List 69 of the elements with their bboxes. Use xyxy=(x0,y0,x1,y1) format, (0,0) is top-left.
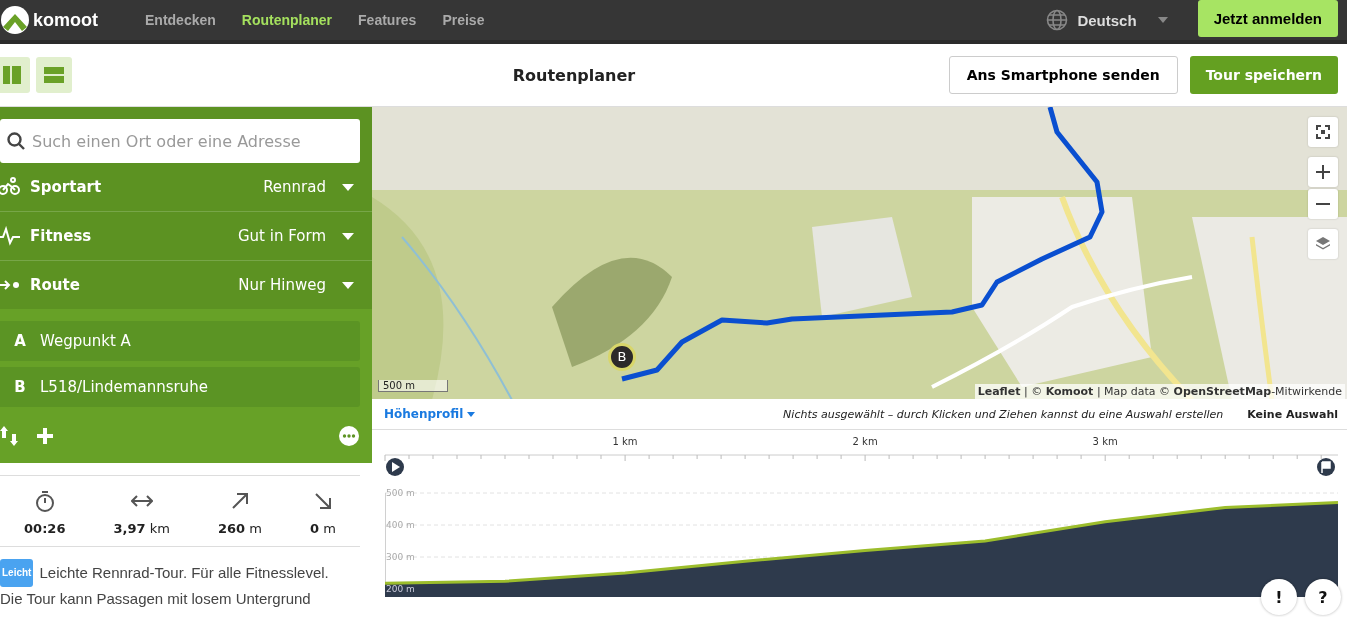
nav-link[interactable]: Features xyxy=(358,12,417,28)
swap-icon[interactable] xyxy=(0,426,20,446)
zoom-in-button[interactable] xyxy=(1308,157,1338,187)
tick-label: 300 m xyxy=(386,552,415,562)
more-icon[interactable] xyxy=(338,425,360,447)
plus-icon xyxy=(1316,165,1330,179)
fit-view-button[interactable] xyxy=(1308,117,1338,147)
stacked-view-button[interactable] xyxy=(36,57,72,93)
selection-hint: Nichts ausgewählt – durch Klicken und Ziehen kannst du eine Auswahl erstellen xyxy=(782,407,1224,421)
caret-icon xyxy=(342,232,354,240)
stat-value: 00:26 xyxy=(24,521,66,536)
tick-label: 1 km xyxy=(612,436,638,447)
send-to-phone-button[interactable]: Ans Smartphone senden xyxy=(948,56,1178,94)
waypoint-name: Wegpunkt A xyxy=(40,332,131,350)
nav-link[interactable]: Entdecken xyxy=(145,12,216,28)
split-view-button[interactable] xyxy=(0,57,30,93)
rows-icon xyxy=(44,67,64,83)
stat-value: 260 m xyxy=(218,521,262,536)
map-attribution: Leaflet | © Komoot | Map data © OpenStreetMap-Mitwirkende xyxy=(974,384,1345,399)
search-field[interactable]: Such einen Ort oder eine Adresse xyxy=(0,119,360,163)
tick-label: 400 m xyxy=(386,520,415,530)
layers-button[interactable] xyxy=(1308,229,1338,259)
logo-text[interactable]: komoot xyxy=(33,9,98,31)
stat-value: 3,97 km xyxy=(113,521,170,536)
caret-icon xyxy=(342,281,354,289)
start-icon xyxy=(386,458,404,476)
waypoint-name: L518/Lindemannsruhe xyxy=(40,378,208,396)
setting-dropdown[interactable]: Fitness Gut in Form xyxy=(0,212,372,261)
difficulty-badge: Leicht xyxy=(0,559,34,587)
login-button[interactable]: Jetzt anmelden xyxy=(1197,0,1338,37)
waypoint-field[interactable]: A Wegpunkt A xyxy=(0,321,360,361)
focus-icon xyxy=(1316,125,1330,139)
bicycle-icon xyxy=(0,177,20,197)
tick-label: 500 m xyxy=(386,488,415,498)
waypoint-letter: B xyxy=(13,378,27,396)
caret-icon xyxy=(1157,17,1168,23)
save-tour-button[interactable]: Tour speichern xyxy=(1189,56,1338,94)
waypoint-field[interactable]: B L518/Lindemannsruhe xyxy=(0,367,360,407)
page-title: Routenplaner xyxy=(511,65,637,85)
setting-dropdown[interactable]: Route Nur Hinweg xyxy=(0,261,372,309)
waypoint-letter: A xyxy=(13,332,27,350)
add-icon[interactable] xyxy=(37,428,53,444)
layers-icon xyxy=(1315,236,1331,252)
selection-status: Keine Auswahl xyxy=(1247,407,1338,421)
nav-link[interactable]: Routenplaner xyxy=(241,12,333,28)
nav-link[interactable]: Preise xyxy=(442,12,485,28)
map-scale: 500 m xyxy=(378,380,448,392)
tick-label: 200 m xyxy=(386,584,415,594)
finish-flag-icon xyxy=(1317,458,1335,476)
tour-description: Die Tour kann Passagen mit losem Untergrund xyxy=(0,589,312,609)
tick-label: 2 km xyxy=(852,436,878,447)
caret-icon xyxy=(342,183,354,191)
pulse-icon xyxy=(0,226,20,246)
profile-dropdown[interactable]: Höhenprofil xyxy=(384,407,476,421)
logo-icon[interactable] xyxy=(0,5,30,35)
stopwatch-icon xyxy=(33,490,56,512)
stat-value: 0 m xyxy=(310,521,336,536)
help-button[interactable]: ? xyxy=(1305,579,1341,615)
language-selector[interactable]: Deutsch xyxy=(1046,9,1168,31)
caret-icon xyxy=(467,411,476,417)
columns-icon xyxy=(3,66,21,84)
setting-dropdown[interactable]: Sportart Rennrad xyxy=(0,163,372,212)
tour-description: Leichte Rennrad-Tour. Für alle Fitnesslevel. xyxy=(39,563,329,583)
arrow-down-right-icon xyxy=(312,490,334,512)
search-icon xyxy=(7,132,25,150)
help-button[interactable]: ! xyxy=(1261,579,1297,615)
globe-icon xyxy=(1046,9,1069,31)
tick-label: 3 km xyxy=(1092,436,1118,447)
zoom-out-button[interactable] xyxy=(1308,189,1338,219)
